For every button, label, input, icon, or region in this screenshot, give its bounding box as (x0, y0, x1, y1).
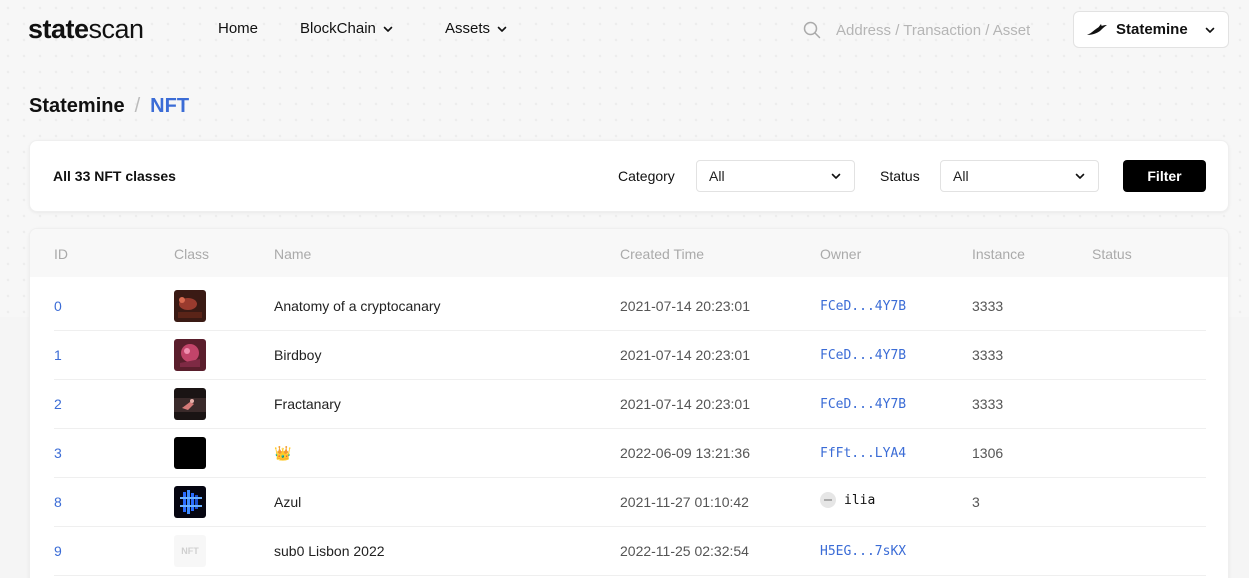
statescan-logo[interactable]: statescan (28, 14, 144, 45)
breadcrumb: Statemine / NFT (29, 95, 189, 118)
row-divider (54, 575, 1206, 576)
owner-address-link[interactable]: FCeD...4Y7B (820, 397, 906, 412)
instance-count: 3333 (972, 298, 1004, 314)
logo-light-text: scan (88, 14, 145, 44)
table-row[interactable]: 2 Fractanary 2021-07-14 20:23:01 FCeD...… (30, 380, 1228, 429)
created-time: 2021-07-14 20:23:01 (620, 347, 750, 363)
breadcrumb-root[interactable]: Statemine (29, 95, 125, 118)
column-header-owner: Owner (820, 246, 862, 262)
chevron-down-icon (497, 26, 507, 32)
class-thumbnail (174, 290, 206, 322)
instance-count: 3333 (972, 396, 1004, 412)
logo-bold-text: state (28, 14, 89, 44)
class-thumbnail (174, 388, 206, 420)
table-row[interactable]: 9 NFT sub0 Lisbon 2022 2022-11-25 02:32:… (30, 527, 1228, 576)
class-id-link[interactable]: 8 (54, 494, 62, 510)
class-name: Anatomy of a cryptocanary (274, 298, 441, 314)
owner-identity-name: ilia (844, 492, 876, 508)
chain-selector[interactable]: Statemine (1073, 11, 1229, 48)
filter-button[interactable]: Filter (1123, 160, 1206, 192)
class-thumbnail (174, 486, 206, 518)
chevron-down-icon (383, 26, 393, 32)
owner-address-link[interactable]: FCeD...4Y7B (820, 299, 906, 314)
class-name: Birdboy (274, 347, 322, 363)
nav-home-label: Home (218, 20, 259, 37)
created-time: 2021-07-14 20:23:01 (620, 298, 750, 314)
bird-logo-icon (1087, 23, 1107, 35)
class-id-link[interactable]: 2 (54, 396, 62, 412)
search-icon[interactable] (802, 20, 822, 40)
table-header: ID Class Name Created Time Owner Instanc… (30, 229, 1228, 277)
class-id-link[interactable]: 1 (54, 347, 62, 363)
table-row[interactable]: 0 Anatomy of a cryptocanary 2021-07-14 2… (30, 282, 1228, 331)
column-header-instance: Instance (972, 246, 1025, 262)
table-row[interactable]: 1 Birdboy 2021-07-14 20:23:01 FCeD...4Y7… (30, 331, 1228, 380)
chain-name: Statemine (1116, 21, 1188, 38)
table-row[interactable]: 8 Azul 2021-11-27 01:10:42 ilia 3 (30, 478, 1228, 527)
created-time: 2022-11-25 02:32:54 (620, 543, 749, 559)
category-select[interactable]: All (696, 160, 855, 192)
top-header: statescan Home BlockChain Assets Statemi… (0, 0, 1249, 60)
search-input[interactable] (836, 21, 1030, 39)
table-row[interactable]: 3 👑 2022-06-09 13:21:36 FfFt...LYA4 1306 (30, 429, 1228, 478)
created-time: 2021-11-27 01:10:42 (620, 494, 749, 510)
column-header-status: Status (1092, 246, 1132, 262)
status-select[interactable]: All (940, 160, 1099, 192)
column-header-id: ID (54, 246, 68, 262)
class-id-link[interactable]: 0 (54, 298, 62, 314)
nav-assets[interactable]: Assets (445, 20, 508, 37)
class-id-link[interactable]: 3 (54, 445, 62, 461)
nft-class-table: ID Class Name Created Time Owner Instanc… (29, 228, 1229, 578)
owner-address-link[interactable]: FfFt...LYA4 (820, 446, 906, 461)
chevron-down-icon (1205, 27, 1215, 33)
nav-blockchain-label: BlockChain (300, 20, 376, 37)
instance-count: 3 (972, 494, 980, 510)
owner-address-link[interactable]: FCeD...4Y7B (820, 348, 906, 363)
breadcrumb-separator: / (134, 95, 141, 117)
class-name: Azul (274, 494, 302, 510)
instance-count: 1306 (972, 445, 1004, 461)
breadcrumb-current: NFT (150, 95, 190, 117)
created-time: 2022-06-09 13:21:36 (620, 445, 750, 461)
chevron-down-icon (1075, 173, 1085, 179)
nav-blockchain[interactable]: BlockChain (300, 20, 394, 37)
class-name: 👑 (274, 445, 292, 461)
status-label: Status (880, 168, 920, 184)
identity-avatar-icon (820, 492, 836, 508)
class-thumbnail (174, 437, 206, 469)
class-name: sub0 Lisbon 2022 (274, 543, 385, 559)
nft-class-count: All 33 NFT classes (53, 168, 176, 184)
status-value: All (953, 168, 969, 184)
created-time: 2021-07-14 20:23:01 (620, 396, 750, 412)
nft-placeholder-text: NFT (181, 546, 199, 556)
column-header-name: Name (274, 246, 312, 262)
chevron-down-icon (831, 173, 841, 179)
column-header-created-time: Created Time (620, 246, 705, 262)
search-bar (802, 18, 1032, 42)
column-header-class: Class (174, 246, 210, 262)
class-id-link[interactable]: 9 (54, 543, 62, 559)
filter-panel: All 33 NFT classes Category All Status A… (29, 140, 1229, 212)
owner-address-link[interactable]: H5EG...7sKX (820, 544, 906, 559)
nft-placeholder-icon: NFT (174, 535, 206, 567)
nav-assets-label: Assets (445, 20, 491, 37)
owner-identity-link[interactable]: ilia (820, 492, 875, 508)
instance-count: 3333 (972, 347, 1004, 363)
nav-home[interactable]: Home (218, 20, 258, 37)
category-value: All (709, 168, 725, 184)
class-thumbnail (174, 339, 206, 371)
class-name: Fractanary (274, 396, 341, 412)
category-label: Category (618, 168, 675, 184)
